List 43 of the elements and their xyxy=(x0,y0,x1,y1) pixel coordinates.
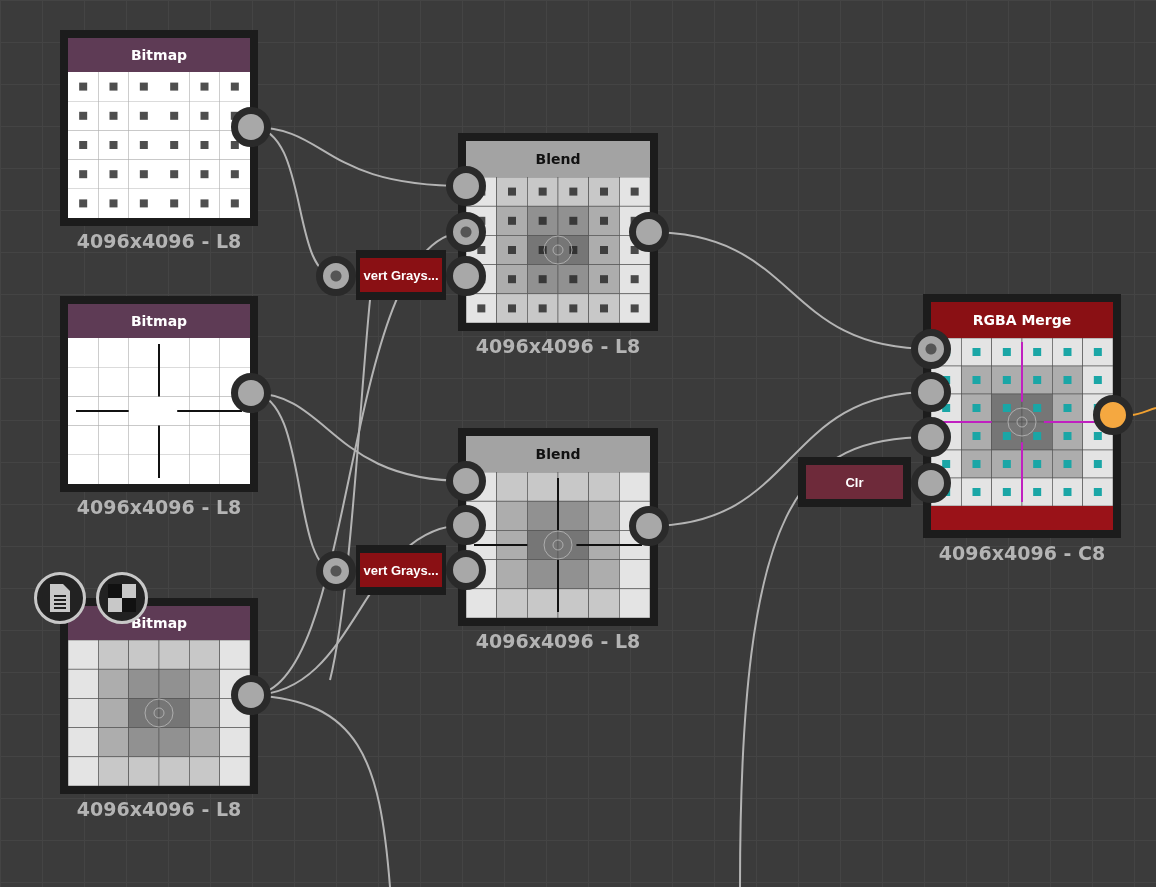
node-title: vert Grays... xyxy=(360,553,442,587)
input-port[interactable] xyxy=(446,256,486,296)
node-title: Bitmap xyxy=(68,38,250,72)
node-title: Clr xyxy=(806,465,903,499)
connection-wire xyxy=(1130,407,1156,416)
input-port[interactable] xyxy=(446,505,486,545)
input-port[interactable] xyxy=(316,256,356,296)
resolution-label: 4096x4096 - L8 xyxy=(474,630,642,652)
node-frame[interactable]: Blend xyxy=(458,133,658,331)
node-frame[interactable]: vert Grays... xyxy=(356,250,446,300)
input-port[interactable] xyxy=(316,551,356,591)
node-frame[interactable]: RGBA Merge xyxy=(923,294,1121,538)
output-port[interactable] xyxy=(629,212,669,252)
resolution-label: 4096x4096 - L8 xyxy=(75,496,243,518)
input-port[interactable] xyxy=(446,166,486,206)
resolution-label: 4096x4096 - L8 xyxy=(75,798,243,820)
input-port[interactable] xyxy=(911,463,951,503)
node-frame[interactable]: Bitmap xyxy=(60,296,258,492)
resolution-label: 4096x4096 - C8 xyxy=(937,542,1107,564)
input-port[interactable] xyxy=(911,372,951,412)
input-port[interactable] xyxy=(446,461,486,501)
node-frame[interactable]: Clr xyxy=(798,457,911,507)
output-port[interactable] xyxy=(231,107,271,147)
output-port[interactable] xyxy=(1093,395,1133,435)
node-title: Blend xyxy=(466,141,650,177)
document-icon[interactable] xyxy=(34,572,86,624)
output-port[interactable] xyxy=(629,506,669,546)
input-port[interactable] xyxy=(446,212,486,252)
input-port[interactable] xyxy=(911,417,951,457)
resolution-label: 4096x4096 - L8 xyxy=(474,335,642,357)
output-port[interactable] xyxy=(231,675,271,715)
resolution-label: 4096x4096 - L8 xyxy=(75,230,243,252)
node-frame[interactable]: Bitmap xyxy=(60,30,258,226)
node-frame[interactable]: Bitmap xyxy=(60,598,258,794)
node-frame[interactable]: Blend xyxy=(458,428,658,626)
node-title: vert Grays... xyxy=(360,258,442,292)
node-title: Bitmap xyxy=(68,304,250,338)
node-frame[interactable]: vert Grays... xyxy=(356,545,446,595)
node-title: RGBA Merge xyxy=(931,302,1113,338)
input-port[interactable] xyxy=(911,329,951,369)
output-port[interactable] xyxy=(231,373,271,413)
input-port[interactable] xyxy=(446,550,486,590)
node-title: Blend xyxy=(466,436,650,472)
